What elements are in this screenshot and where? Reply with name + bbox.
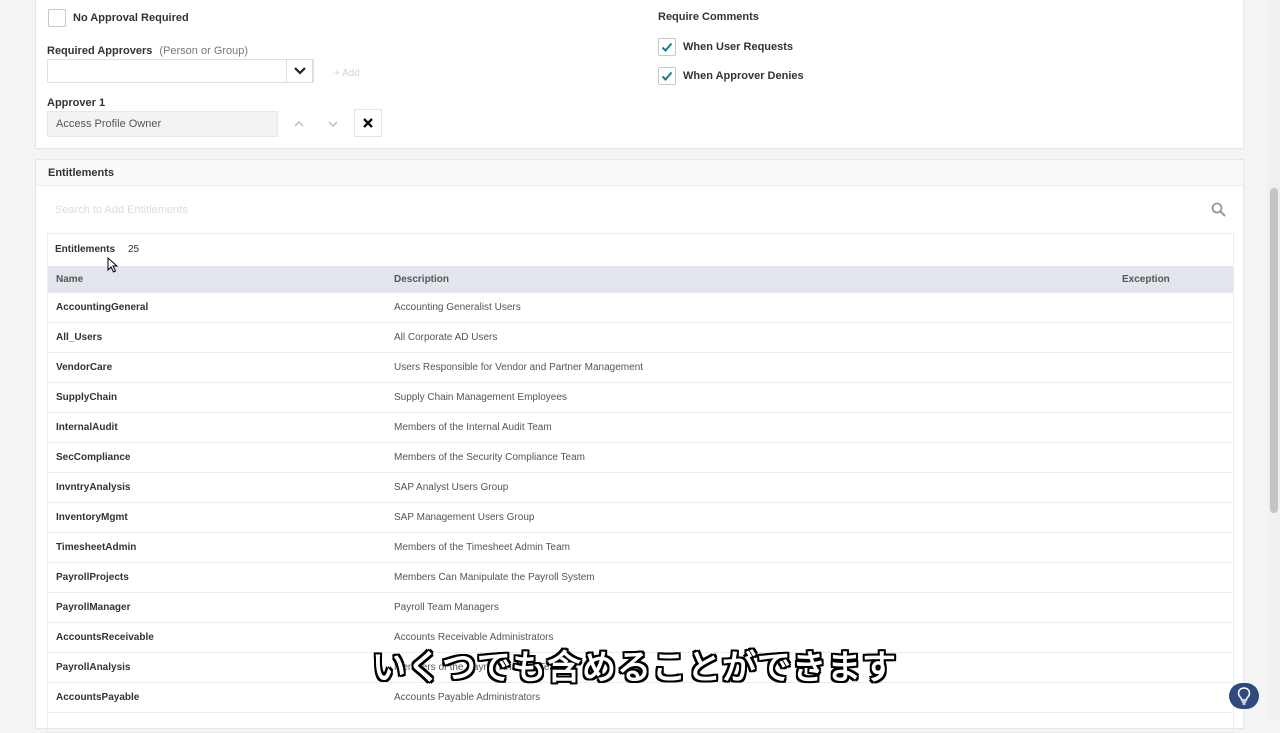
arrow-down-icon — [328, 121, 338, 127]
column-header-name[interactable]: Name — [56, 274, 83, 285]
entitlements-section-title: Entitlements — [48, 167, 115, 179]
require-comments-label: Require Comments — [658, 11, 759, 23]
required-approvers-label: Required Approvers (Person or Group) — [47, 45, 248, 57]
table-row[interactable]: All_Users All Corporate AD Users — [48, 323, 1233, 353]
row-name: All_Users — [56, 332, 103, 343]
row-description: Members of the Security Compliance Team — [394, 452, 586, 463]
required-approvers-select[interactable] — [47, 59, 314, 83]
add-approver-button[interactable]: + Add — [334, 68, 360, 79]
row-description: SAP Management Users Group — [394, 512, 535, 523]
help-button[interactable] — [1229, 683, 1259, 709]
row-name: VendorCare — [56, 362, 113, 373]
table-row[interactable]: PayrollManager Payroll Team Managers — [48, 593, 1233, 623]
row-name: InternalAudit — [56, 422, 118, 433]
table-row[interactable]: InvntryAnalysis SAP Analyst Users Group — [48, 473, 1233, 503]
entitlements-section-header: Entitlements — [36, 160, 1243, 186]
move-down-button[interactable] — [326, 117, 340, 131]
table-row[interactable]: SupplyChain Supply Chain Management Emplo… — [48, 383, 1233, 413]
row-name: InventoryMgmt — [56, 512, 128, 523]
row-name: PayrollAnalysis — [56, 662, 131, 673]
table-row[interactable]: InternalAudit Members of the Internal Aud… — [48, 413, 1233, 443]
video-subtitle: いくつでも含めることができます — [372, 648, 897, 688]
row-description: All Corporate AD Users — [394, 332, 498, 343]
when-approver-denies-label: When Approver Denies — [683, 70, 804, 82]
row-description: Accounting Generalist Users — [394, 302, 521, 313]
row-description: Members of the Internal Audit Team — [394, 422, 552, 433]
arrow-up-icon — [294, 121, 304, 127]
table-row[interactable]: TimesheetAdmin Members of the Timesheet A… — [48, 533, 1233, 563]
table-row[interactable]: VendorCare Users Responsible for Vendor a… — [48, 353, 1233, 383]
cursor-icon — [107, 257, 118, 273]
approver-1-field[interactable]: Access Profile Owner — [47, 111, 278, 137]
move-up-button[interactable] — [292, 117, 306, 131]
row-name: AccountsReceivable — [56, 632, 154, 643]
search-entitlements-input[interactable] — [47, 197, 1234, 223]
row-name: AccountingGeneral — [56, 302, 149, 313]
row-name: SupplyChain — [56, 392, 118, 403]
check-icon — [661, 42, 673, 52]
table-row[interactable]: InventoryMgmt SAP Management Users Group — [48, 503, 1233, 533]
row-name: SecCompliance — [56, 452, 131, 463]
when-approver-denies-checkbox[interactable] — [658, 67, 676, 85]
no-approval-label: No Approval Required — [73, 12, 189, 24]
row-name: AccountsPayable — [56, 692, 140, 703]
column-header-description[interactable]: Description — [394, 274, 449, 285]
no-approval-checkbox[interactable] — [48, 9, 66, 27]
lightbulb-icon — [1237, 687, 1251, 705]
row-description: Members Can Manipulate the Payroll Syste… — [394, 572, 595, 583]
table-row[interactable]: AccountingGeneral Accounting Generalist U… — [48, 293, 1233, 323]
close-icon — [363, 118, 373, 128]
remove-approver-button[interactable] — [354, 109, 382, 137]
scrollbar-thumb[interactable] — [1270, 188, 1278, 513]
row-description: Accounts Payable Administrators — [394, 692, 541, 703]
row-name: TimesheetAdmin — [56, 542, 137, 553]
search-icon[interactable] — [1211, 202, 1226, 217]
chevron-down-icon — [293, 67, 306, 75]
approver-1-label: Approver 1 — [47, 97, 106, 109]
entitlements-count: 25 — [128, 244, 140, 255]
check-icon — [661, 71, 673, 81]
required-approvers-hint: (Person or Group) — [159, 45, 249, 57]
row-description: Payroll Team Managers — [394, 602, 499, 613]
row-description: SAP Analyst Users Group — [394, 482, 509, 493]
row-description: Members of the Timesheet Admin Team — [394, 542, 571, 553]
table-row[interactable]: SecCompliance Members of the Security Com… — [48, 443, 1233, 473]
required-approvers-label-text: Required Approvers — [47, 45, 153, 57]
approvals-panel: No Approval Required Required Approvers … — [35, 0, 1244, 149]
when-user-requests-label: When User Requests — [683, 41, 794, 53]
column-header-exception[interactable]: Exception — [1122, 274, 1170, 285]
row-description: Supply Chain Management Employees — [394, 392, 567, 403]
row-name: InvntryAnalysis — [56, 482, 131, 493]
table-title: Entitlements — [55, 244, 116, 255]
required-approvers-dropdown-button[interactable] — [286, 59, 313, 83]
table-row[interactable]: PayrollProjects Members Can Manipulate th… — [48, 563, 1233, 593]
row-description: Users Responsible for Vendor and Partner… — [394, 362, 644, 373]
row-name: PayrollProjects — [56, 572, 129, 583]
row-name: PayrollManager — [56, 602, 131, 613]
when-user-requests-checkbox[interactable] — [658, 38, 676, 56]
table-header: Name Description Exception — [48, 266, 1233, 293]
table-caption: Entitlements 25 — [48, 234, 1233, 266]
